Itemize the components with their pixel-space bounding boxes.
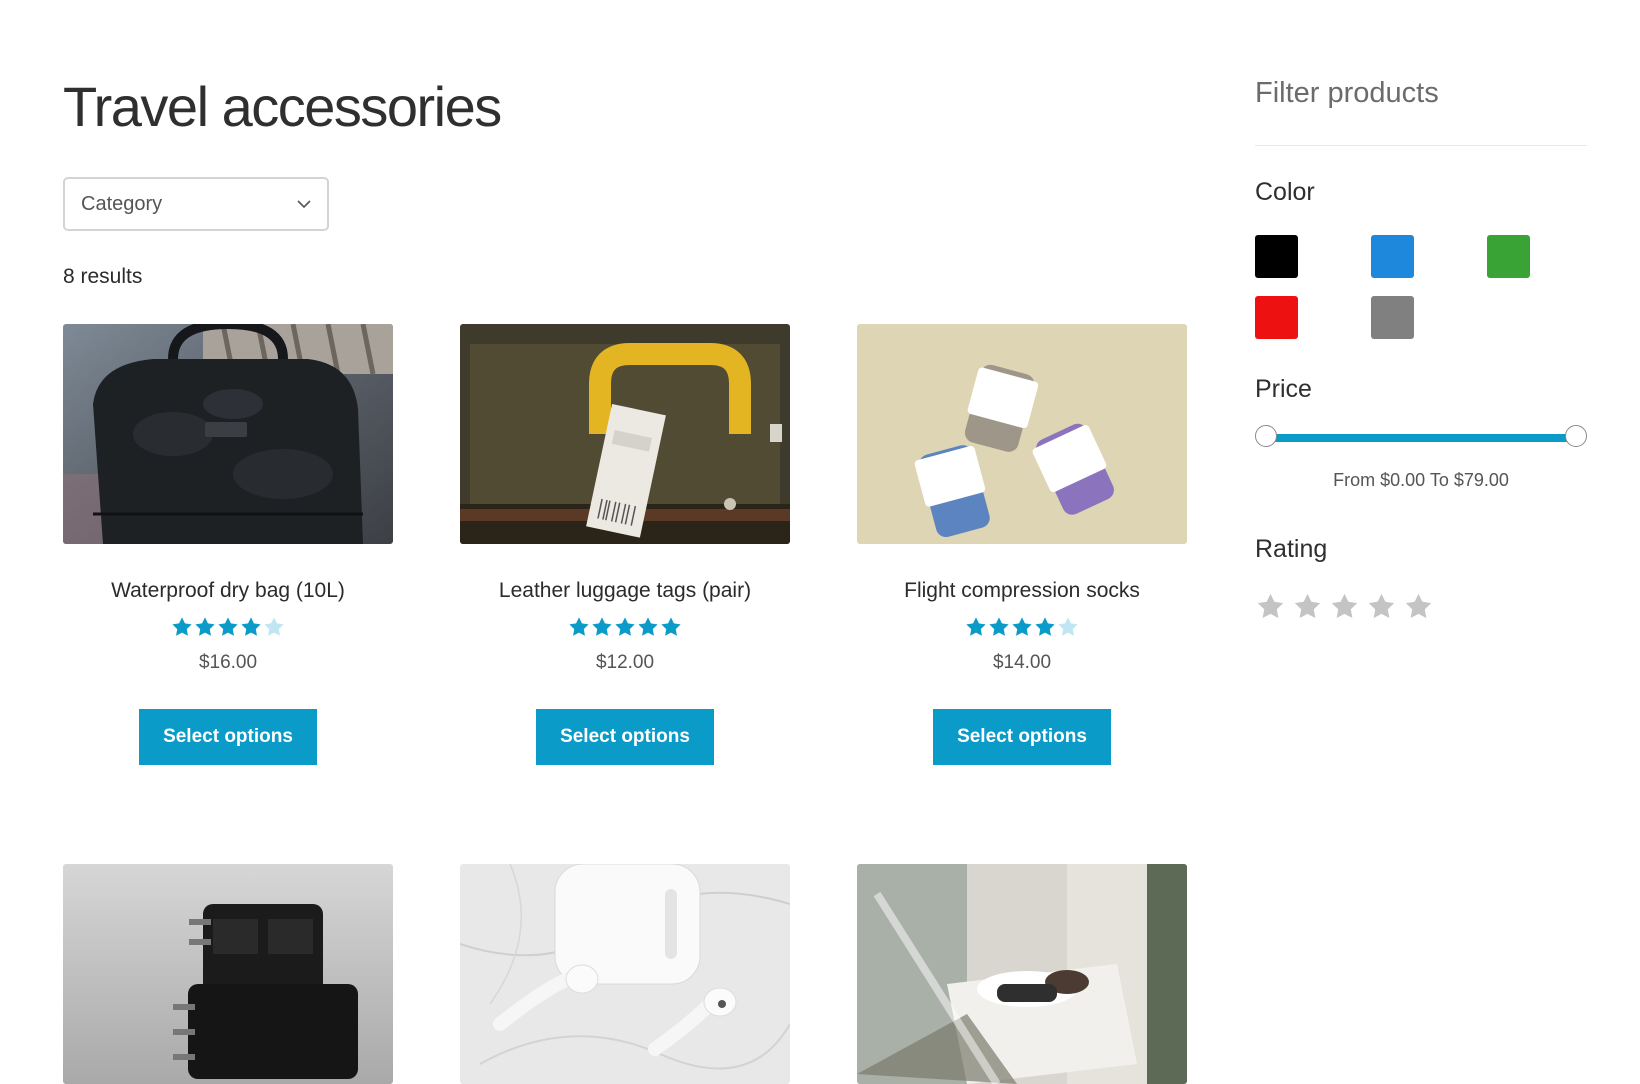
product-image[interactable] <box>460 864 790 1084</box>
product-name[interactable]: Flight compression socks <box>857 578 1187 604</box>
product-price: $12.00 <box>595 652 655 673</box>
product-name[interactable]: Leather luggage tags (pair) <box>460 578 790 604</box>
product-image[interactable] <box>857 864 1187 1084</box>
price-slider-max-handle[interactable] <box>1565 425 1587 447</box>
product-card: Leather luggage tags (pair) $12.00 Selec… <box>460 324 790 765</box>
sidebar-divider <box>1255 145 1587 146</box>
product-rating <box>857 616 1187 640</box>
product-rating <box>63 616 393 640</box>
star-filled-icon <box>966 617 986 636</box>
rating-filter-star-icon[interactable] <box>1256 592 1285 621</box>
product-image[interactable] <box>460 324 790 544</box>
price-slider-track[interactable] <box>1263 434 1579 442</box>
star-empty-icon <box>264 617 284 636</box>
product-name[interactable]: Waterproof dry bag (10L) <box>63 578 393 604</box>
product-card <box>857 864 1187 1084</box>
product-price: $16.00 <box>198 652 258 673</box>
star-filled-icon <box>661 617 681 636</box>
star-filled-icon <box>1012 617 1032 636</box>
select-options-button[interactable]: Select options <box>933 709 1111 765</box>
product-image[interactable] <box>63 864 393 1084</box>
sidebar-title: Filter products <box>1255 77 1439 109</box>
star-filled-icon <box>569 617 589 636</box>
rating-filter-heading: Rating <box>1255 535 1328 563</box>
product-card <box>63 864 393 1084</box>
color-swatch-blue[interactable] <box>1371 235 1414 278</box>
star-filled-icon <box>195 617 215 636</box>
select-options-button[interactable]: Select options <box>139 709 317 765</box>
star-empty-icon <box>1058 617 1078 636</box>
product-image[interactable] <box>63 324 393 544</box>
rating-filter-star-icon[interactable] <box>1293 592 1322 621</box>
product-card <box>460 864 790 1084</box>
star-filled-icon <box>241 617 261 636</box>
price-slider[interactable] <box>1255 425 1587 451</box>
color-swatch-green[interactable] <box>1487 235 1530 278</box>
product-rating <box>460 616 790 640</box>
category-select[interactable]: Category <box>63 177 329 231</box>
product-card: Flight compression socks $14.00 Select o… <box>857 324 1187 765</box>
chevron-down-icon <box>297 199 311 208</box>
select-options-button[interactable]: Select options <box>536 709 714 765</box>
color-filter-heading: Color <box>1255 178 1315 206</box>
price-filter-heading: Price <box>1255 375 1312 403</box>
price-slider-min-handle[interactable] <box>1255 425 1277 447</box>
star-filled-icon <box>218 617 238 636</box>
product-price: $14.00 <box>992 652 1052 673</box>
star-filled-icon <box>615 617 635 636</box>
rating-filter-star-icon[interactable] <box>1404 592 1433 621</box>
rating-filter-stars <box>1256 592 1433 621</box>
page-title: Travel accessories <box>63 75 502 138</box>
price-range-text: From $0.00 To $79.00 <box>1333 470 1509 490</box>
color-swatch-gray[interactable] <box>1371 296 1414 339</box>
product-image[interactable] <box>857 324 1187 544</box>
star-filled-icon <box>638 617 658 636</box>
rating-filter-star-icon[interactable] <box>1330 592 1359 621</box>
category-select-value: Category <box>81 192 163 215</box>
color-swatch-red[interactable] <box>1255 296 1298 339</box>
results-count: 8 results <box>63 265 143 288</box>
star-filled-icon <box>989 617 1009 636</box>
star-filled-icon <box>592 617 612 636</box>
product-card: Waterproof dry bag (10L) $16.00 Select o… <box>63 324 393 765</box>
rating-filter-star-icon[interactable] <box>1367 592 1396 621</box>
star-filled-icon <box>172 617 192 636</box>
star-filled-icon <box>1035 617 1055 636</box>
color-swatch-black[interactable] <box>1255 235 1298 278</box>
